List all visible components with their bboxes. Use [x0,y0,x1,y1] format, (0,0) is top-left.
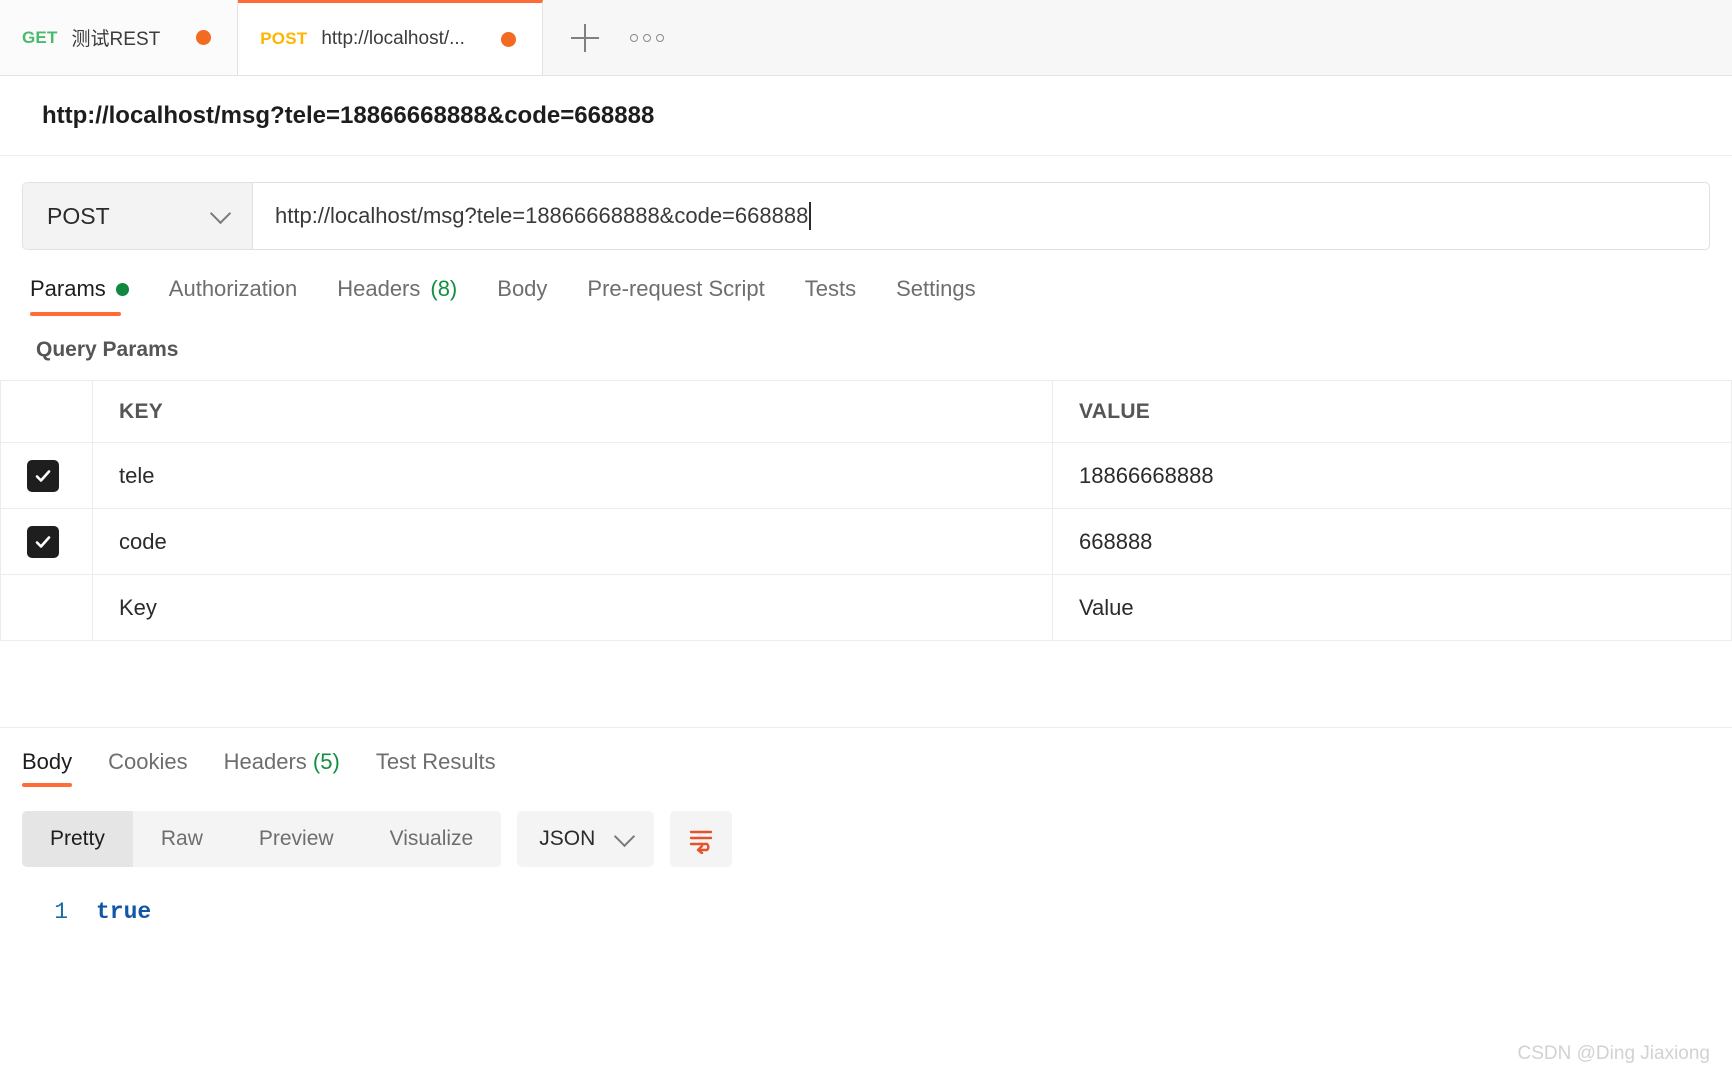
response-spacer [0,641,1732,727]
add-tab-button[interactable] [559,12,611,64]
tab-label: Headers [337,276,421,301]
url-input[interactable]: http://localhost/msg?tele=18866668888&co… [253,183,1709,249]
tab-label: Body [497,276,548,301]
view-option-raw[interactable]: Raw [133,811,231,867]
response-language-select[interactable]: JSON [517,811,655,867]
tab-settings[interactable]: Settings [896,276,976,316]
tab-label: Settings [896,276,976,301]
checkbox-checked-icon[interactable] [27,459,59,492]
row-key-placeholder[interactable]: Key [92,574,1053,641]
tab-label: Authorization [168,276,298,301]
header-select-all [0,380,93,443]
row-value[interactable]: 18866668888 [1052,442,1732,509]
http-method-value: POST [47,202,110,229]
tab-authorization[interactable]: Authorization [169,276,297,316]
tabstrip-actions [542,0,1732,75]
request-section-tabs: Params Authorization Headers (8) Body Pr… [0,250,1732,316]
url-bar: POST http://localhost/msg?tele=188666688… [22,182,1710,250]
table-header-row: KEY VALUE [0,380,1732,443]
response-tab-test-results[interactable]: Test Results [376,749,496,787]
response-body-code[interactable]: 1 true [0,867,1732,925]
tab-tests[interactable]: Tests [805,276,856,316]
tab-params[interactable]: Params [30,276,129,316]
unsaved-dot-icon[interactable] [500,31,516,47]
request-tab-method: GET [22,27,58,47]
watermark: CSDN @Ding Jiaxiong [1517,1043,1710,1064]
line-number: 1 [54,899,68,925]
query-params-heading: Query Params [36,338,179,361]
row-checkbox-cell[interactable] [0,508,93,575]
row-checkbox-cell[interactable] [0,442,93,509]
chevron-down-icon [209,202,232,224]
code-line: 1 true [0,899,1732,925]
row-key[interactable]: tele [92,442,1053,509]
row-checkbox-cell-empty[interactable] [0,574,93,641]
view-option-pretty[interactable]: Pretty [22,811,133,867]
tab-headers[interactable]: Headers (8) [337,276,457,316]
tab-label: Test Results [375,749,496,774]
plus-icon [570,23,599,52]
page-title: http://localhost/msg?tele=18866668888&co… [42,101,655,129]
tab-label: Headers [223,749,307,774]
view-option-visualize[interactable]: Visualize [362,811,502,867]
tab-label: Params [30,276,106,301]
table-row-empty: Key Value [0,574,1732,641]
tab-badge: (5) [312,749,340,774]
unsaved-dot-icon[interactable] [196,30,212,45]
tab-badge: (8) [430,276,458,301]
params-active-dot-icon [115,282,129,296]
ellipsis-icon [629,33,664,42]
table-row: tele 18866668888 [0,442,1732,509]
response-view-segmented-control: Pretty Raw Preview Visualize [22,811,502,867]
response-tab-body[interactable]: Body [22,749,73,787]
request-tab-title: http://localhost/... [321,28,465,49]
tab-label: Tests [804,276,857,301]
header-key: KEY [92,380,1053,443]
request-tab-title: 测试REST [71,29,161,50]
row-value[interactable]: 668888 [1052,508,1732,575]
row-value-placeholder[interactable]: Value [1052,574,1732,641]
table-row: code 668888 [0,508,1732,575]
response-tab-headers[interactable]: Headers (5) [224,749,340,787]
checkbox-checked-icon[interactable] [27,525,59,558]
more-options-button[interactable] [621,12,673,64]
http-method-select[interactable]: POST [23,183,253,249]
line-content: true [96,899,152,925]
header-value: VALUE [1052,380,1732,443]
url-input-value: http://localhost/msg?tele=18866668888&co… [275,203,809,228]
view-option-preview[interactable]: Preview [231,811,362,867]
tab-body[interactable]: Body [497,276,547,316]
request-tab-1[interactable]: POST http://localhost/... [238,0,543,75]
tab-label: Cookies [108,749,188,774]
response-tab-cookies[interactable]: Cookies [108,749,187,787]
row-key[interactable]: code [92,508,1053,575]
tab-pre-request-script[interactable]: Pre-request Script [587,276,764,316]
request-tab-strip: GET 测试REST POST http://localhost/... [0,0,1732,76]
request-tab-method: POST [260,29,308,48]
response-language-value: JSON [539,827,596,850]
response-section-tabs: Body Cookies Headers (5) Test Results [0,727,1732,787]
response-format-toolbar: Pretty Raw Preview Visualize JSON [0,787,1732,867]
query-params-table: KEY VALUE tele 18866668888 code 668888 K… [0,380,1732,641]
chevron-down-icon [614,825,636,847]
wrap-lines-icon [690,830,713,854]
text-caret [809,202,812,230]
request-title-bar: http://localhost/msg?tele=18866668888&co… [0,76,1732,156]
wrap-lines-button[interactable] [670,811,733,867]
tab-label: Body [22,749,73,774]
request-tab-0[interactable]: GET 测试REST [0,0,239,75]
tab-label: Pre-request Script [587,276,765,301]
